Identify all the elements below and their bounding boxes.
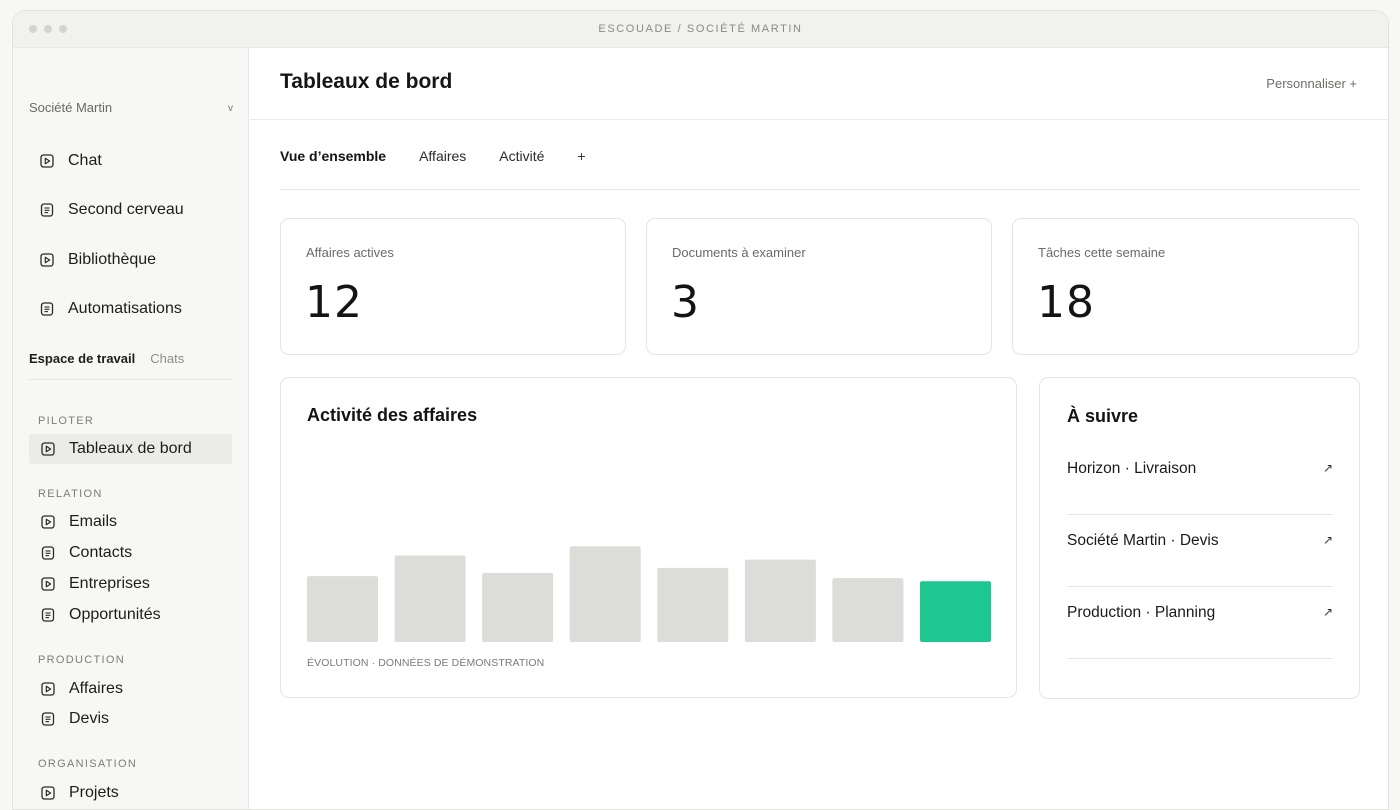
chevron-down-icon: v bbox=[228, 103, 233, 114]
stat-card-documents[interactable]: Documents à examiner 3 bbox=[646, 218, 992, 355]
document-icon bbox=[41, 608, 55, 622]
customize-button[interactable]: Personnaliser + bbox=[1266, 76, 1357, 91]
sidebar-item-opportunites[interactable]: Opportunités bbox=[29, 600, 232, 630]
workspace-tabs: Espace de travail Chats bbox=[29, 350, 232, 380]
play-square-icon bbox=[40, 253, 54, 267]
sidebar-item-contacts[interactable]: Contacts bbox=[29, 538, 232, 568]
sidebar-item-devis[interactable]: Devis bbox=[29, 704, 232, 734]
main-nav-label: Second cerveau bbox=[68, 201, 184, 219]
main-content: Tableaux de bord Personnaliser + Vue d’e… bbox=[250, 48, 1388, 809]
document-icon bbox=[41, 712, 55, 726]
external-link-icon: ↗ bbox=[1322, 461, 1333, 475]
sidebar-item-label: Emails bbox=[69, 513, 118, 530]
bar-chart bbox=[307, 546, 991, 642]
follow-up-card: À suivre Horizon · Livraison ↗ Société M… bbox=[1039, 377, 1360, 699]
chart-bar bbox=[657, 567, 729, 642]
document-icon bbox=[40, 203, 54, 217]
sidebar-item-entreprises[interactable]: Entreprises bbox=[29, 569, 232, 599]
title-bar: ESCOUADE / SOCIÉTÉ MARTIN bbox=[13, 11, 1388, 48]
chart-bar bbox=[832, 578, 904, 642]
sidebar-item-label: Projets bbox=[69, 784, 119, 801]
app-window: ESCOUADE / SOCIÉTÉ MARTIN Société Martin… bbox=[12, 10, 1389, 810]
chart-bar bbox=[744, 559, 816, 642]
main-nav-label: Chat bbox=[68, 151, 102, 169]
main-nav: Chat Second cerveau Bibliothèque Automat… bbox=[29, 136, 235, 334]
org-switcher[interactable]: Société Martin v bbox=[29, 100, 235, 120]
play-square-icon bbox=[41, 442, 55, 456]
sidebar-item-affaires[interactable]: Affaires bbox=[29, 674, 232, 704]
document-icon bbox=[41, 546, 55, 560]
sidebar-item-label: Opportunités bbox=[69, 606, 161, 623]
page-title: Tableaux de bord bbox=[280, 70, 453, 93]
sidebar-item-label: Entreprises bbox=[69, 575, 150, 592]
follow-up-title: À suivre bbox=[1067, 406, 1139, 426]
org-name: Société Martin bbox=[29, 100, 113, 115]
stat-label: Documents à examiner bbox=[672, 245, 806, 260]
sidebar-item-tableaux-de-bord[interactable]: Tableaux de bord bbox=[29, 434, 232, 464]
add-tab-button[interactable]: + bbox=[577, 148, 585, 189]
tab-espace-de-travail[interactable]: Espace de travail bbox=[29, 350, 135, 379]
sidebar-item-emails[interactable]: Emails bbox=[29, 507, 232, 537]
tab-chats[interactable]: Chats bbox=[150, 350, 184, 379]
section-label-relation: RELATION bbox=[38, 488, 103, 500]
dashboard-tabs: Vue d’ensemble Affaires Activité + bbox=[280, 148, 1360, 190]
play-square-icon bbox=[41, 515, 55, 529]
main-nav-chat[interactable]: Chat bbox=[29, 136, 235, 186]
follow-up-item[interactable]: Production · Planning ↗ bbox=[1067, 587, 1333, 659]
follow-up-label: Horizon · Livraison bbox=[1067, 460, 1197, 477]
sidebar: Société Martin v Chat Second cerveau Bib… bbox=[13, 48, 249, 809]
chart-bar bbox=[394, 555, 466, 642]
activity-chart-card: Activité des affaires ÉVOLUTION · DONNÉE… bbox=[280, 377, 1017, 698]
stat-label: Affaires actives bbox=[306, 245, 394, 260]
stat-value: 3 bbox=[671, 277, 700, 328]
tab-activite[interactable]: Activité bbox=[499, 148, 544, 189]
play-square-icon bbox=[41, 682, 55, 696]
tab-vue-ensemble[interactable]: Vue d’ensemble bbox=[280, 148, 386, 189]
main-nav-label: Automatisations bbox=[68, 300, 182, 318]
chart-bar bbox=[482, 572, 554, 642]
sidebar-item-label: Tableaux de bord bbox=[69, 440, 192, 457]
window-title: ESCOUADE / SOCIÉTÉ MARTIN bbox=[598, 23, 803, 35]
chart-title: Activité des affaires bbox=[307, 405, 478, 425]
main-nav-automatisations[interactable]: Automatisations bbox=[29, 285, 235, 335]
play-square-icon bbox=[41, 786, 55, 800]
page-header: Tableaux de bord Personnaliser + bbox=[250, 48, 1388, 120]
follow-up-item[interactable]: Société Martin · Devis ↗ bbox=[1067, 515, 1333, 587]
stat-value: 18 bbox=[1037, 277, 1095, 328]
sidebar-item-label: Affaires bbox=[69, 680, 123, 697]
chart-bar bbox=[569, 546, 641, 642]
follow-up-label: Société Martin · Devis bbox=[1067, 532, 1219, 549]
main-nav-label: Bibliothèque bbox=[68, 250, 157, 268]
section-label-organisation: ORGANISATION bbox=[38, 758, 138, 770]
follow-up-label: Production · Planning bbox=[1067, 604, 1216, 621]
main-nav-second-cerveau[interactable]: Second cerveau bbox=[29, 186, 235, 236]
main-nav-bibliotheque[interactable]: Bibliothèque bbox=[29, 235, 235, 285]
external-link-icon: ↗ bbox=[1322, 605, 1333, 619]
chart-caption: ÉVOLUTION · DONNÉES DE DÉMONSTRATION bbox=[307, 657, 545, 669]
chart-bar bbox=[307, 576, 378, 642]
tab-affaires[interactable]: Affaires bbox=[419, 148, 466, 189]
chart-bar-highlight bbox=[920, 581, 991, 642]
stat-card-affaires-actives[interactable]: Affaires actives 12 bbox=[280, 218, 626, 355]
play-square-icon bbox=[40, 154, 54, 168]
external-link-icon: ↗ bbox=[1322, 533, 1333, 547]
section-label-production: PRODUCTION bbox=[38, 654, 125, 666]
sidebar-item-label: Devis bbox=[69, 710, 110, 727]
section-label-piloter: PILOTER bbox=[38, 415, 95, 427]
document-icon bbox=[40, 302, 54, 316]
stat-card-taches[interactable]: Tâches cette semaine 18 bbox=[1012, 218, 1359, 355]
follow-up-item[interactable]: Horizon · Livraison ↗ bbox=[1067, 443, 1333, 515]
sidebar-item-label: Contacts bbox=[69, 544, 133, 561]
play-square-icon bbox=[41, 577, 55, 591]
stat-label: Tâches cette semaine bbox=[1038, 245, 1166, 260]
stat-value: 12 bbox=[305, 277, 363, 328]
